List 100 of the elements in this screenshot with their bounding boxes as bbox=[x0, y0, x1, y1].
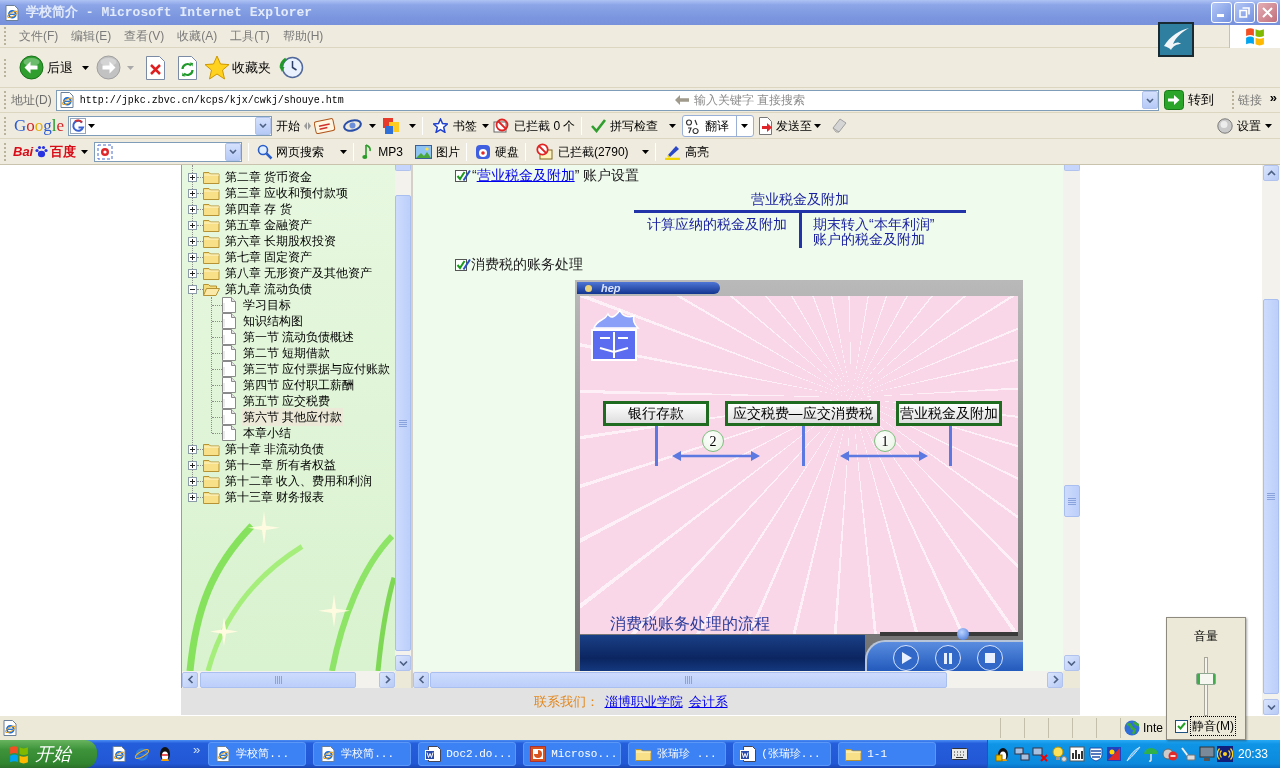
quick-launch-button[interactable] bbox=[111, 746, 127, 762]
taskbar-button[interactable]: 1-1 bbox=[838, 742, 937, 766]
tree-item[interactable]: 本章小结 bbox=[242, 424, 292, 442]
tree-item[interactable]: 第六节 其他应付款 bbox=[242, 408, 344, 426]
toolbar-search-field[interactable] bbox=[94, 141, 243, 162]
tree-item[interactable]: 第五章 金融资产 bbox=[224, 216, 314, 234]
mp3-button[interactable]: MP3 bbox=[362, 142, 403, 161]
tree-item[interactable]: 第十章 非流动负债 bbox=[224, 440, 326, 458]
quick-launch-more-button[interactable]: » bbox=[193, 742, 201, 756]
disk-button[interactable]: 硬盘 bbox=[474, 142, 519, 161]
go-button[interactable]: 转到 bbox=[1163, 90, 1214, 110]
highlight-button[interactable]: 高亮 bbox=[663, 142, 709, 161]
expand-icon[interactable] bbox=[188, 476, 197, 486]
tree-item[interactable]: 学习目标 bbox=[242, 296, 292, 314]
dropdown-button[interactable] bbox=[255, 116, 272, 135]
expand-icon[interactable] bbox=[188, 444, 197, 454]
expand-icon[interactable] bbox=[188, 492, 197, 502]
search-logo[interactable]: Bai 百度 bbox=[13, 141, 89, 162]
menu-item[interactable]: 文件(F) bbox=[19, 27, 59, 45]
footer-link[interactable]: 淄博职业学院 bbox=[604, 691, 683, 712]
scroll-down-button[interactable] bbox=[1263, 699, 1279, 715]
restore-button[interactable] bbox=[1234, 2, 1255, 23]
menu-item[interactable]: 收藏(A) bbox=[177, 27, 218, 45]
tree-item[interactable]: 第四章 存 货 bbox=[224, 200, 293, 218]
scroll-left-button[interactable] bbox=[182, 671, 198, 688]
footer-link[interactable]: 会计系 bbox=[688, 691, 728, 712]
taskbar-button[interactable]: 张瑞珍 ... bbox=[628, 742, 727, 766]
scroll-thumb[interactable] bbox=[430, 671, 947, 688]
taskbar-button[interactable]: 学校简... bbox=[208, 742, 307, 766]
tree-item[interactable]: 第十三章 财务报表 bbox=[224, 488, 326, 506]
pause-button[interactable] bbox=[935, 645, 961, 671]
seek-track[interactable] bbox=[880, 628, 1018, 640]
play-button[interactable] bbox=[893, 645, 919, 671]
images-button[interactable]: 图片 bbox=[414, 142, 460, 161]
menu-item[interactable]: 查看(V) bbox=[124, 27, 165, 45]
volume-thumb[interactable] bbox=[1196, 672, 1216, 685]
expand-icon[interactable] bbox=[188, 188, 197, 198]
expand-icon[interactable] bbox=[188, 460, 197, 470]
tree-item[interactable]: 第三章 应收和预付款项 bbox=[224, 184, 350, 202]
blocks-dropdown-button[interactable] bbox=[382, 116, 417, 135]
tree-item[interactable]: 第七章 固定资产 bbox=[224, 248, 314, 266]
scroll-down-button[interactable] bbox=[1063, 655, 1080, 671]
expand-icon[interactable] bbox=[188, 220, 197, 230]
tree-item[interactable]: 第十二章 收入、费用和利润 bbox=[224, 472, 374, 490]
taskbar-button[interactable]: Microso... bbox=[523, 742, 622, 766]
address-field[interactable]: http://jpkc.zbvc.cn/kcps/kjx/cwkj/shouye.htm 输入关键字 直接搜索 bbox=[55, 89, 1159, 111]
expand-icon[interactable] bbox=[188, 268, 197, 278]
quick-launch-button[interactable] bbox=[157, 746, 173, 762]
scroll-right-button[interactable] bbox=[1047, 671, 1063, 688]
minimize-button[interactable] bbox=[1211, 2, 1232, 23]
web-search-button[interactable]: 网页搜索 bbox=[257, 142, 348, 161]
mute-checkbox[interactable] bbox=[1175, 719, 1188, 733]
links-button[interactable]: 链接 bbox=[1237, 91, 1262, 109]
taskbar-button[interactable]: (张瑞珍... bbox=[733, 742, 832, 766]
tree-item[interactable]: 第一节 流动负债概述 bbox=[242, 328, 356, 346]
tree-item[interactable]: 第二节 短期借款 bbox=[242, 344, 332, 362]
tree-item[interactable]: 第二章 货币资金 bbox=[224, 168, 314, 186]
back-button[interactable]: 后退 bbox=[19, 55, 73, 80]
scroll-left-button[interactable] bbox=[413, 671, 429, 688]
menu-item[interactable]: 工具(T) bbox=[230, 27, 270, 45]
bookmarks-button[interactable]: 书签 bbox=[433, 116, 490, 135]
tree-item[interactable]: 第三节 应付票据与应付账款 bbox=[242, 360, 392, 378]
expand-icon[interactable] bbox=[188, 172, 197, 182]
volume-track[interactable] bbox=[1196, 657, 1216, 716]
orbit-dropdown-button[interactable] bbox=[343, 118, 377, 133]
dropdown-button[interactable] bbox=[225, 142, 242, 161]
refresh-button[interactable] bbox=[177, 55, 198, 80]
mute-label[interactable]: 静音(M) bbox=[1190, 716, 1236, 736]
expand-icon[interactable] bbox=[188, 204, 197, 214]
blocked-popups-button[interactable]: 已拦截 0 个 bbox=[493, 116, 576, 135]
tree-item[interactable]: 第九章 流动负债 bbox=[224, 280, 314, 298]
expand-icon[interactable] bbox=[188, 252, 197, 262]
history-button[interactable] bbox=[279, 55, 304, 80]
menu-item[interactable]: 帮助(H) bbox=[282, 27, 324, 45]
favorites-button[interactable]: 收藏夹 bbox=[204, 55, 271, 80]
spellcheck-button[interactable]: 拼写检查 bbox=[590, 116, 677, 135]
toolbar-search-field[interactable] bbox=[68, 115, 273, 136]
scroll-up-button[interactable] bbox=[1263, 165, 1279, 181]
scroll-right-button[interactable] bbox=[379, 671, 395, 688]
taskbar-button[interactable]: 学校简... bbox=[313, 742, 412, 766]
tree-item[interactable]: 第十一章 所有者权益 bbox=[224, 456, 338, 474]
dropdown-button[interactable] bbox=[1141, 91, 1158, 109]
expand-icon[interactable] bbox=[188, 236, 197, 246]
collapse-icon[interactable] bbox=[188, 284, 197, 294]
scroll-thumb[interactable] bbox=[1263, 299, 1279, 694]
tree-item[interactable]: 第五节 应交税费 bbox=[242, 392, 332, 410]
tree-item[interactable]: 第六章 长期股权投资 bbox=[224, 232, 338, 250]
scroll-thumb[interactable] bbox=[200, 671, 356, 688]
scroll-thumb[interactable] bbox=[1063, 485, 1080, 517]
settings-button[interactable]: 设置 bbox=[1217, 116, 1272, 135]
links-more-button[interactable]: » bbox=[1269, 90, 1277, 104]
taskbar-button[interactable]: Doc2.do... bbox=[418, 742, 517, 766]
close-button[interactable] bbox=[1257, 2, 1278, 23]
stop-button[interactable] bbox=[145, 55, 166, 80]
tree-item[interactable]: 第八章 无形资产及其他资产 bbox=[224, 264, 374, 282]
start-button[interactable]: 开始 bbox=[0, 740, 97, 768]
tree-item[interactable]: 知识结构图 bbox=[242, 312, 304, 330]
translate-button[interactable]: 翻译 bbox=[682, 114, 755, 137]
menu-item[interactable]: 编辑(E) bbox=[71, 27, 112, 45]
scroll-down-button[interactable] bbox=[395, 655, 411, 671]
